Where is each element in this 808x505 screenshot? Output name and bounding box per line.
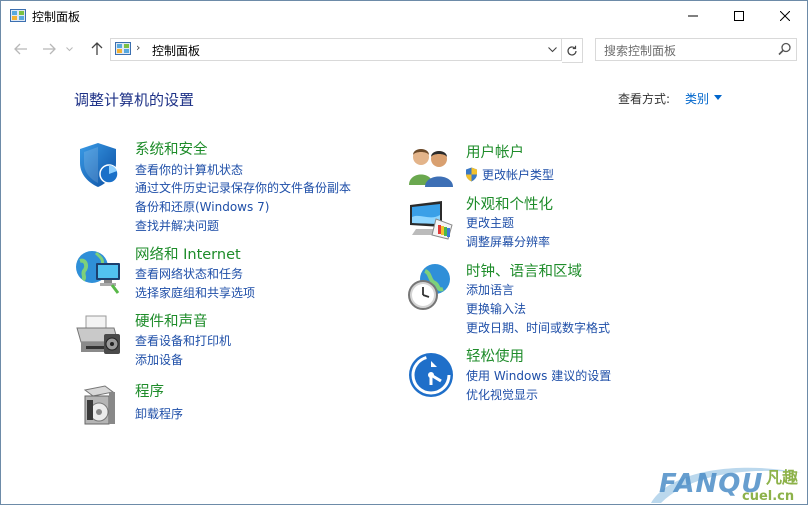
link-devices-printers[interactable]: 查看设备和打印机 bbox=[135, 333, 231, 349]
category-title-user-accounts[interactable]: 用户帐户 bbox=[466, 143, 524, 163]
arrow-up-icon bbox=[91, 42, 103, 55]
link-backup-restore[interactable]: 备份和还原(Windows 7) bbox=[135, 199, 269, 215]
maximize-button[interactable] bbox=[716, 1, 762, 31]
programs-box-icon bbox=[83, 385, 115, 425]
refresh-icon bbox=[567, 45, 577, 56]
minimize-icon bbox=[688, 15, 698, 17]
maximize-icon bbox=[734, 11, 744, 21]
category-title-appearance[interactable]: 外观和个性化 bbox=[466, 195, 553, 215]
back-button[interactable] bbox=[10, 38, 32, 60]
link-view-computer-status[interactable]: 查看你的计算机状态 bbox=[135, 162, 243, 178]
network-globe-icon bbox=[76, 251, 120, 294]
caret-down-icon[interactable] bbox=[714, 95, 722, 100]
forward-button[interactable] bbox=[38, 38, 60, 60]
link-homegroup-sharing[interactable]: 选择家庭组和共享选项 bbox=[135, 285, 255, 301]
control-panel-icon bbox=[10, 9, 26, 22]
address-bar[interactable]: › 控制面板 bbox=[110, 38, 562, 61]
link-troubleshoot[interactable]: 查找并解决问题 bbox=[135, 218, 219, 234]
arrow-right-icon bbox=[43, 43, 56, 55]
link-change-input-method[interactable]: 更换输入法 bbox=[466, 301, 526, 317]
category-title-clock-region[interactable]: 时钟、语言和区域 bbox=[466, 262, 582, 282]
search-icon[interactable] bbox=[778, 42, 792, 56]
close-icon bbox=[780, 11, 790, 21]
title-bar[interactable]: 控制面板 bbox=[1, 1, 807, 31]
users-icon bbox=[409, 149, 453, 187]
uac-shield-icon bbox=[466, 167, 477, 182]
link-windows-recommended-settings[interactable]: 使用 Windows 建议的设置 bbox=[466, 368, 611, 384]
search-input[interactable]: 搜索控制面板 bbox=[604, 42, 676, 59]
link-uninstall-program[interactable]: 卸载程序 bbox=[135, 406, 183, 422]
category-title-network[interactable]: 网络和 Internet bbox=[135, 245, 241, 265]
minimize-button[interactable] bbox=[670, 1, 716, 31]
link-file-history-backup[interactable]: 通过文件历史记录保存你的文件备份副本 bbox=[135, 180, 351, 196]
recent-locations-button[interactable] bbox=[63, 38, 75, 60]
appearance-monitor-icon bbox=[410, 201, 453, 240]
link-screen-resolution[interactable]: 调整屏幕分辨率 bbox=[466, 234, 550, 250]
control-panel-icon bbox=[115, 42, 131, 55]
printer-icon bbox=[76, 315, 120, 354]
refresh-button[interactable] bbox=[562, 38, 583, 63]
clock-globe-icon bbox=[408, 264, 450, 310]
category-title-ease-of-access[interactable]: 轻松使用 bbox=[466, 347, 524, 367]
search-box[interactable]: 搜索控制面板 bbox=[595, 38, 797, 61]
ease-of-access-icon bbox=[409, 353, 453, 397]
navigation-bar: › 控制面板 搜索控制面板 bbox=[1, 35, 807, 63]
link-date-time-format[interactable]: 更改日期、时间或数字格式 bbox=[466, 320, 610, 336]
chevron-down-icon bbox=[547, 46, 557, 52]
category-title-hardware[interactable]: 硬件和声音 bbox=[135, 312, 208, 332]
breadcrumb-control-panel[interactable]: 控制面板 bbox=[152, 42, 200, 59]
category-title-system-security[interactable]: 系统和安全 bbox=[135, 140, 208, 160]
close-button[interactable] bbox=[762, 1, 807, 31]
link-change-theme[interactable]: 更改主题 bbox=[466, 215, 514, 231]
view-by-dropdown[interactable]: 类别 bbox=[685, 90, 709, 107]
watermark-site: cuel.cn bbox=[742, 489, 795, 504]
arrow-left-icon bbox=[14, 43, 27, 55]
window-title: 控制面板 bbox=[32, 10, 81, 24]
shield-icon bbox=[80, 143, 119, 187]
control-panel-window: 控制面板 › 控制面板 搜索控制面板 调整计算机的设置 查看方式: 类别 系统和… bbox=[0, 0, 808, 505]
link-optimize-visual-display[interactable]: 优化视觉显示 bbox=[466, 387, 538, 403]
up-button[interactable] bbox=[86, 38, 108, 60]
breadcrumb-separator[interactable]: › bbox=[136, 41, 140, 54]
link-add-language[interactable]: 添加语言 bbox=[466, 282, 514, 298]
link-change-account-type[interactable]: 更改帐户类型 bbox=[482, 167, 554, 183]
page-title: 调整计算机的设置 bbox=[74, 91, 195, 109]
link-add-device[interactable]: 添加设备 bbox=[135, 352, 183, 368]
category-title-programs[interactable]: 程序 bbox=[135, 382, 164, 402]
watermark-cn: 凡趣 bbox=[766, 468, 799, 487]
link-network-status[interactable]: 查看网络状态和任务 bbox=[135, 266, 243, 282]
chevron-down-icon bbox=[65, 46, 73, 51]
address-dropdown-button[interactable] bbox=[543, 39, 561, 60]
view-by-label: 查看方式: bbox=[618, 92, 671, 106]
